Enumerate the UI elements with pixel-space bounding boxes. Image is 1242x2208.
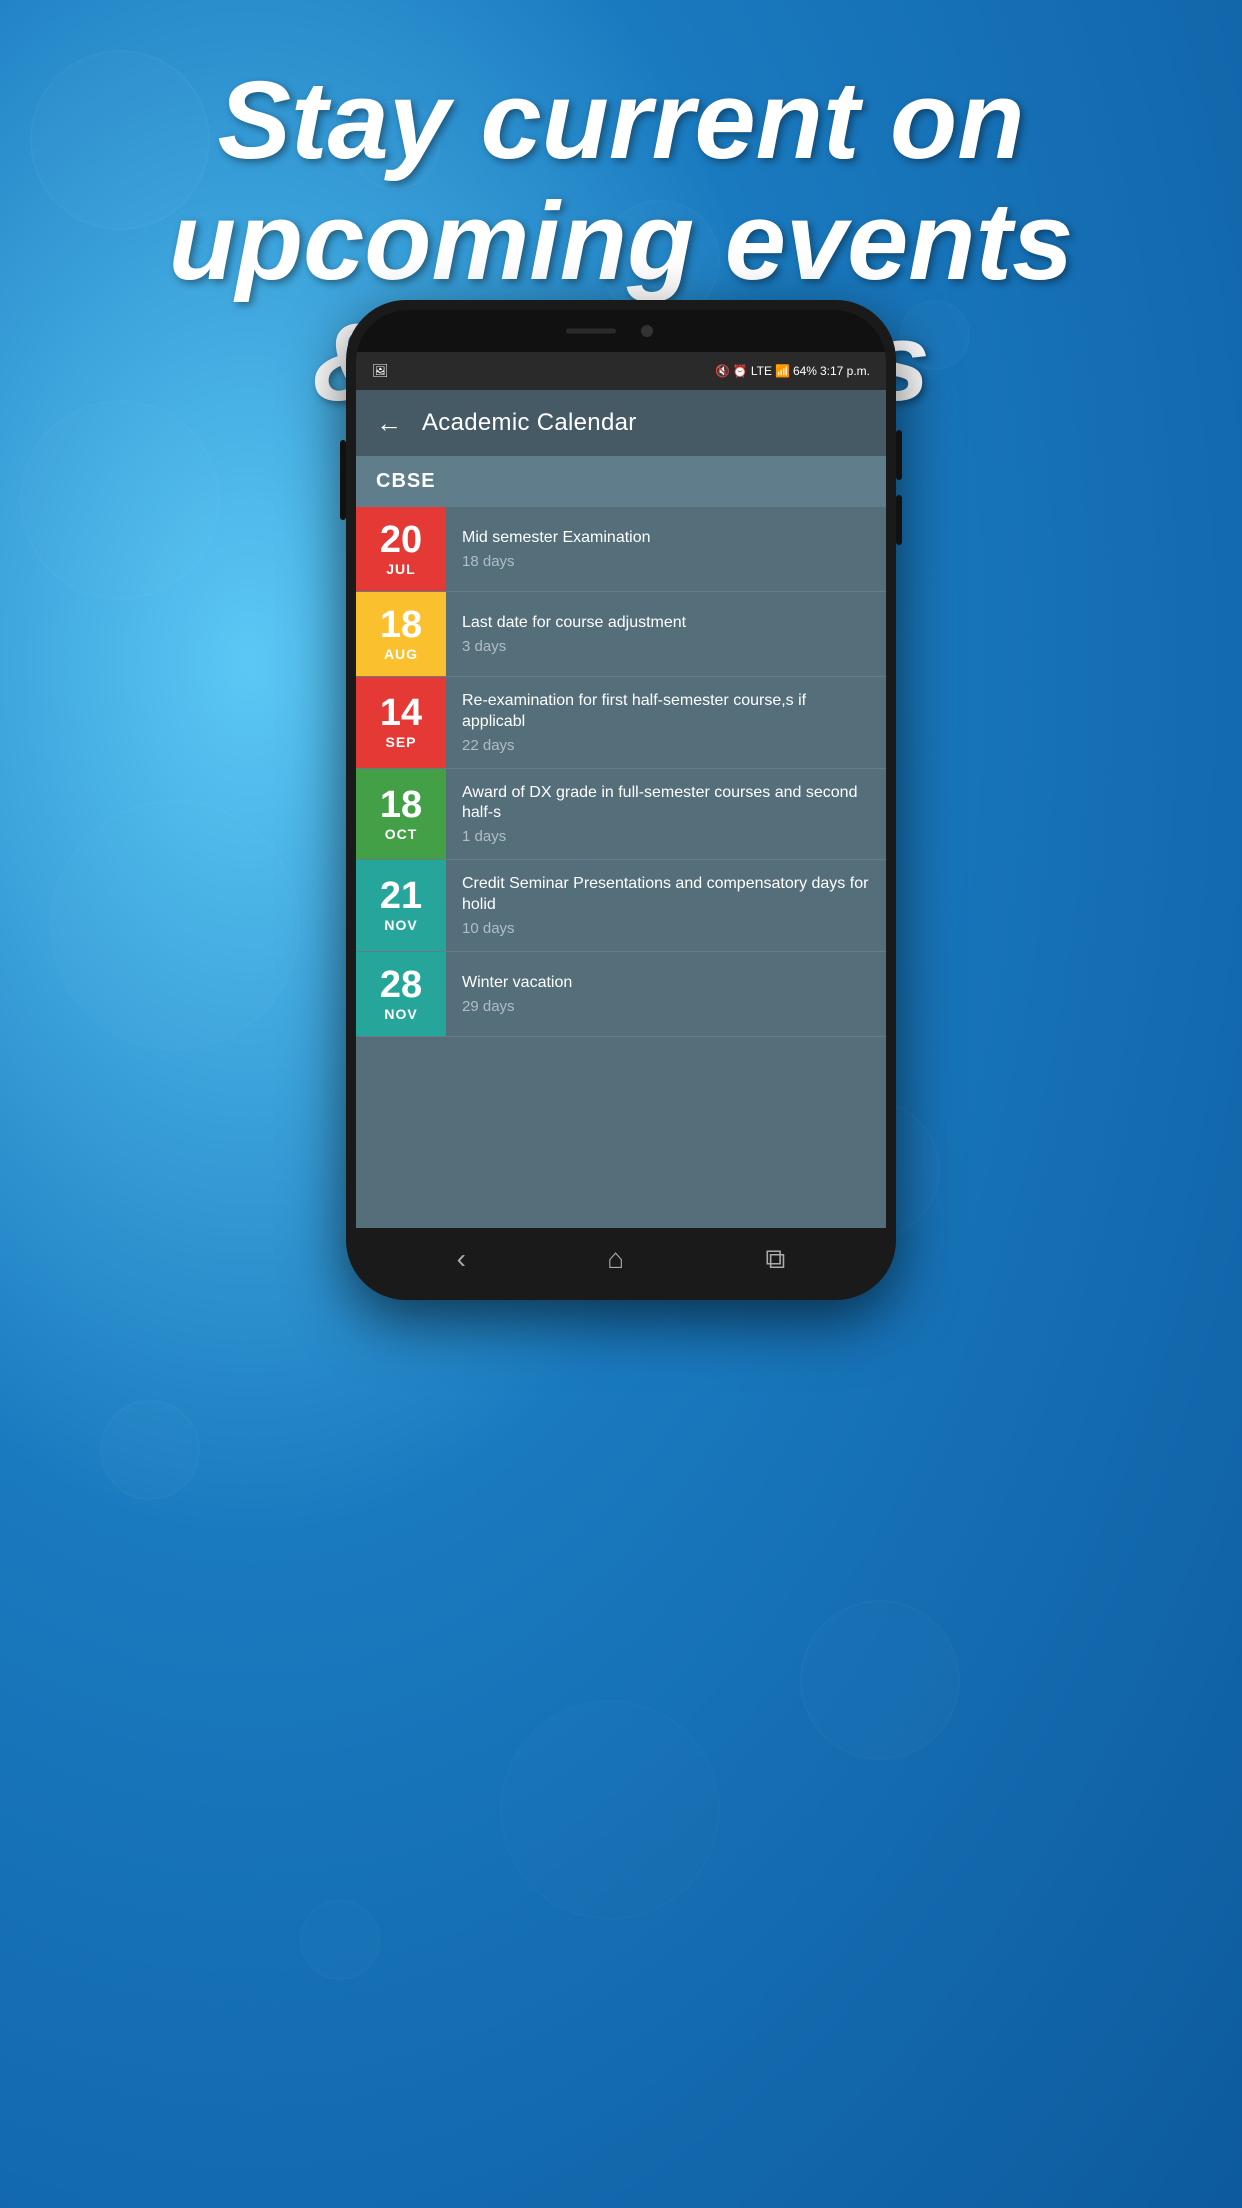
- power-button: [340, 440, 346, 520]
- event-month-2: SEP: [385, 734, 416, 750]
- nav-back-button[interactable]: ‹: [457, 1243, 466, 1275]
- alarm-icon: ⏰: [733, 364, 748, 378]
- status-right: 🔇 ⏰ LTE 📶 64% 3:17 p.m.: [715, 364, 870, 378]
- time-label: 3:17 p.m.: [820, 364, 870, 378]
- date-badge-5: 28 NOV: [356, 952, 446, 1036]
- event-day-1: 18: [380, 606, 422, 644]
- phone-screen: 🖼 🔇 ⏰ LTE 📶 64% 3:17 p.m. ← Academic Cal…: [356, 310, 886, 1290]
- calendar-event-3[interactable]: 18 OCT Award of DX grade in full-semester …: [356, 769, 886, 861]
- back-button[interactable]: ←: [376, 408, 402, 439]
- event-info-2: Re-examination for first half-semester c…: [446, 677, 886, 768]
- status-left: 🖼: [372, 363, 389, 379]
- date-badge-2: 14 SEP: [356, 677, 446, 768]
- phone-camera-area: [356, 310, 886, 352]
- event-month-4: NOV: [384, 917, 417, 933]
- event-days-5: 29 days: [462, 998, 870, 1015]
- event-info-1: Last date for course adjustment 3 days: [446, 592, 886, 676]
- event-title-4: Credit Seminar Presentations and compens…: [462, 874, 870, 916]
- calendar-event-1[interactable]: 18 AUG Last date for course adjustment 3 da…: [356, 592, 886, 677]
- event-info-5: Winter vacation 29 days: [446, 952, 886, 1036]
- event-month-5: NOV: [384, 1006, 417, 1022]
- calendar-event-2[interactable]: 14 SEP Re-examination for first half-semes…: [356, 677, 886, 769]
- event-month-0: JUL: [386, 561, 415, 577]
- event-days-2: 22 days: [462, 737, 870, 754]
- events-list: 20 JUL Mid semester Examination 18 days 18 AU…: [356, 507, 886, 1037]
- event-title-2: Re-examination for first half-semester c…: [462, 691, 870, 733]
- event-title-0: Mid semester Examination: [462, 528, 870, 549]
- date-badge-1: 18 AUG: [356, 592, 446, 676]
- calendar-event-5[interactable]: 28 NOV Winter vacation 29 days: [356, 952, 886, 1037]
- app-title: Academic Calendar: [422, 409, 637, 437]
- event-info-3: Award of DX grade in full-semester cours…: [446, 769, 886, 860]
- event-day-5: 28: [380, 966, 422, 1004]
- header-line1: Stay current on: [218, 59, 1025, 182]
- nav-home-button[interactable]: ⌂: [607, 1243, 624, 1275]
- event-day-4: 21: [380, 877, 422, 915]
- event-day-0: 20: [380, 521, 422, 559]
- mute-icon: 🔇: [715, 364, 730, 378]
- event-days-1: 3 days: [462, 638, 870, 655]
- bottom-nav: ‹ ⌂ ⧉: [356, 1228, 886, 1290]
- lte-label: LTE: [751, 364, 772, 378]
- event-title-3: Award of DX grade in full-semester cours…: [462, 783, 870, 825]
- event-day-2: 14: [380, 694, 422, 732]
- wifi-icon: 📶: [775, 364, 790, 378]
- event-month-3: OCT: [385, 826, 418, 842]
- event-days-0: 18 days: [462, 553, 870, 570]
- event-title-1: Last date for course adjustment: [462, 613, 870, 634]
- event-day-3: 18: [380, 786, 422, 824]
- phone-speaker: [566, 329, 616, 334]
- event-info-0: Mid semester Examination 18 days: [446, 507, 886, 591]
- event-title-5: Winter vacation: [462, 973, 870, 994]
- event-info-4: Credit Seminar Presentations and compens…: [446, 860, 886, 951]
- date-badge-0: 20 JUL: [356, 507, 446, 591]
- status-bar: 🖼 🔇 ⏰ LTE 📶 64% 3:17 p.m.: [356, 352, 886, 390]
- nav-recents-button[interactable]: ⧉: [765, 1243, 785, 1276]
- section-header: CBSE: [356, 456, 886, 507]
- battery-label: 64%: [793, 364, 817, 378]
- date-badge-4: 21 NOV: [356, 860, 446, 951]
- notification-icon: 🖼: [372, 363, 389, 379]
- volume-down-button: [896, 495, 902, 545]
- event-days-4: 10 days: [462, 920, 870, 937]
- volume-up-button: [896, 430, 902, 480]
- phone-frame: 🖼 🔇 ⏰ LTE 📶 64% 3:17 p.m. ← Academic Cal…: [346, 300, 896, 1300]
- calendar-event-0[interactable]: 20 JUL Mid semester Examination 18 days: [356, 507, 886, 592]
- screen-content: CBSE 20 JUL Mid semester Examination 18 day…: [356, 456, 886, 1228]
- date-badge-3: 18 OCT: [356, 769, 446, 860]
- event-days-3: 1 days: [462, 828, 870, 845]
- header-line2: upcoming events: [169, 180, 1074, 303]
- phone-camera: [641, 325, 653, 337]
- calendar-event-4[interactable]: 21 NOV Credit Seminar Presentations and co…: [356, 860, 886, 952]
- app-bar: ← Academic Calendar: [356, 390, 886, 456]
- event-month-1: AUG: [384, 646, 418, 662]
